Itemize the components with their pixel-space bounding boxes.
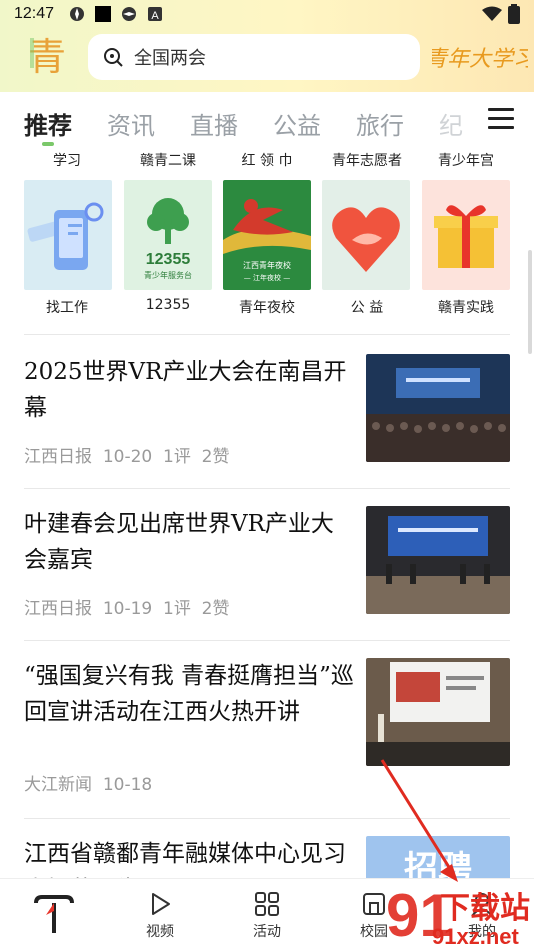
- svg-text:12355: 12355: [146, 251, 191, 268]
- tile-label-practice: 赣青实践: [438, 300, 494, 316]
- tab-live[interactable]: 直播: [190, 106, 238, 141]
- service-youth-palace[interactable]: 青少年宫: [421, 150, 511, 170]
- app-notification-icon-2: [122, 7, 137, 21]
- nav-home[interactable]: [24, 893, 84, 939]
- divider: [24, 334, 510, 335]
- grid-icon: [255, 892, 279, 916]
- news-likes: 2赞: [201, 599, 230, 619]
- news-comments: 1评: [163, 599, 191, 619]
- category-tabs: 推荐 资讯 直播 公益 旅行 纪: [0, 92, 534, 150]
- news-title: 叶建春会见出席世界VR产业大会嘉宾: [24, 511, 334, 573]
- night-school-tile[interactable]: 江西青年夜校 — 江年夜校 —: [223, 180, 311, 290]
- news-title: 2025世界VR产业大会在南昌开幕: [24, 359, 347, 421]
- menu-icon[interactable]: [488, 108, 514, 130]
- hotline-12355-tile[interactable]: 12355 青少年服务台: [124, 180, 212, 290]
- svg-text:A: A: [151, 10, 159, 22]
- service-red-scarf[interactable]: 红 领 巾: [222, 150, 312, 170]
- svg-text:下载站: 下载站: [440, 891, 530, 926]
- divider: [24, 488, 510, 489]
- service-study[interactable]: 学习: [22, 150, 112, 170]
- nav-video[interactable]: 视频: [130, 891, 190, 941]
- news-item[interactable]: 2025世界VR产业大会在南昌开幕 江西日报 10-20 1评 2赞: [24, 354, 510, 467]
- tile-label-12355: 12355: [145, 297, 191, 313]
- practice-tile[interactable]: [422, 180, 510, 290]
- site-watermark: 91 下载站 91xz.net: [386, 884, 530, 949]
- tab-news[interactable]: 资讯: [107, 106, 155, 141]
- news-source: 江西日报: [24, 599, 92, 619]
- news-item[interactable]: “强国复兴有我 青春挺膺担当”巡回宣讲活动在江西火热开讲 大江新闻 10-18: [24, 658, 510, 798]
- tab-indicator: [42, 142, 54, 146]
- svg-text:91xz.net: 91xz.net: [432, 924, 519, 949]
- black-square-icon: [95, 6, 112, 22]
- tile-label-charity: 公 益: [350, 300, 384, 316]
- nav-video-label: 视频: [146, 924, 174, 940]
- news-likes: 2赞: [201, 447, 230, 467]
- svg-text:青少年服务台: 青少年服务台: [144, 270, 192, 280]
- status-bar: 12:47 A: [0, 0, 534, 28]
- news-date: 10-20: [102, 447, 153, 467]
- scrollbar[interactable]: [528, 250, 532, 354]
- news-comments: 1评: [163, 447, 191, 467]
- youth-study-logo[interactable]: 青年大学习: [432, 30, 528, 82]
- battery-icon: [508, 4, 520, 24]
- news-source: 大江新闻: [24, 775, 92, 795]
- news-date: 10-19: [102, 599, 153, 619]
- news-date: 10-18: [102, 775, 153, 795]
- news-thumbnail: [366, 658, 510, 766]
- tab-charity[interactable]: 公益: [273, 106, 321, 141]
- tab-travel[interactable]: 旅行: [356, 106, 404, 141]
- service-second-class[interactable]: 赣青二课: [123, 150, 213, 170]
- app-logo[interactable]: 青: [24, 32, 70, 78]
- home-logo-icon: [34, 895, 74, 933]
- svg-text:江西青年夜校: 江西青年夜校: [243, 260, 291, 270]
- nav-activity-label: 活动: [253, 924, 281, 940]
- news-item[interactable]: 叶建春会见出席世界VR产业大会嘉宾 江西日报 10-19 1评 2赞: [24, 506, 510, 619]
- news-meta: 大江新闻 10-18: [24, 770, 152, 795]
- a-badge-icon: A: [148, 7, 163, 22]
- news-source: 江西日报: [24, 447, 92, 467]
- news-thumbnail: [366, 354, 510, 462]
- tile-label-job: 找工作: [46, 300, 88, 316]
- divider: [24, 640, 510, 641]
- divider: [24, 818, 510, 819]
- svg-text:青年大学习: 青年大学习: [432, 47, 528, 72]
- status-time: 12:47: [14, 5, 55, 22]
- news-meta: 江西日报 10-20 1评 2赞: [24, 442, 230, 467]
- svg-text:— 江年夜校 —: — 江年夜校 —: [244, 273, 290, 282]
- wifi-icon: [482, 6, 502, 21]
- search-icon: [104, 48, 123, 67]
- search-placeholder: 全国两会: [134, 48, 206, 69]
- tab-more-partial[interactable]: 纪: [439, 106, 463, 141]
- tile-label-night-school: 青年夜校: [239, 300, 295, 316]
- nav-activity[interactable]: 活动: [237, 891, 297, 941]
- search-bar[interactable]: 全国两会: [88, 34, 420, 80]
- news-title: “强国复兴有我 青春挺膺担当”巡回宣讲活动在江西火热开讲: [24, 663, 354, 725]
- play-icon: [152, 893, 170, 915]
- charity-tile[interactable]: [322, 180, 410, 290]
- job-tile-image[interactable]: [24, 180, 112, 290]
- app-notification-icon: [70, 7, 85, 21]
- news-meta: 江西日报 10-19 1评 2赞: [24, 594, 230, 619]
- tab-recommend[interactable]: 推荐: [24, 106, 72, 141]
- news-thumbnail: [366, 506, 510, 614]
- service-volunteer[interactable]: 青年志愿者: [322, 150, 412, 170]
